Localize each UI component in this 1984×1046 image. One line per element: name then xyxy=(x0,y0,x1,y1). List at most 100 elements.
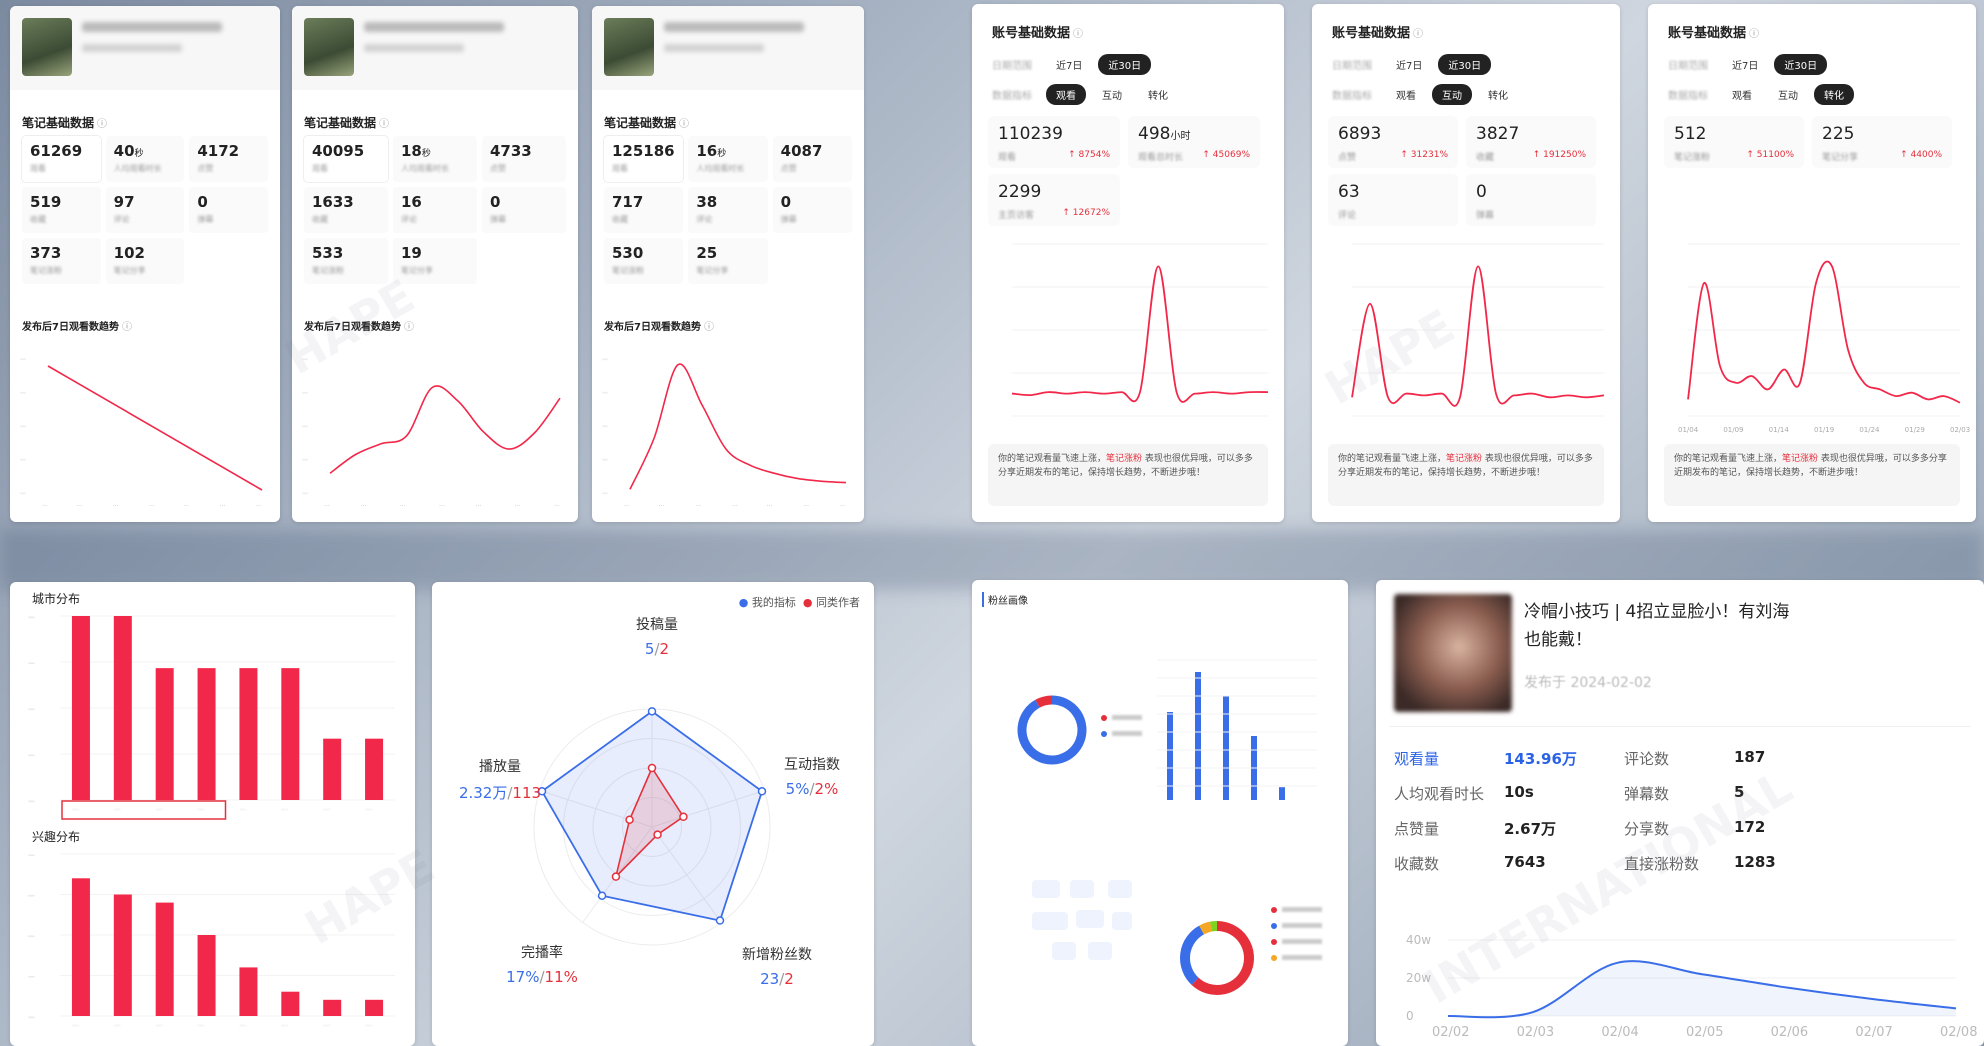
metric-number: 373 xyxy=(30,244,62,262)
metric-number: 125186 xyxy=(612,142,675,160)
metric-tab[interactable]: 转化 xyxy=(1814,84,1854,105)
metric-cell: 40095 观看 xyxy=(304,136,388,182)
block-change: ↑ 4400% xyxy=(1900,150,1942,160)
age-bar xyxy=(1195,672,1201,800)
note-header[interactable] xyxy=(292,6,578,90)
tick-label: — xyxy=(602,356,608,363)
info-icon[interactable]: ⓘ xyxy=(122,322,132,333)
legend-label-blurred xyxy=(1282,907,1322,912)
note-card[interactable]: 笔记基础数据 ⓘ 125186 观看 16秒 人均观看时长 4087 点赞 717 收藏 38 评论 0… xyxy=(592,6,864,522)
metric-tab[interactable]: 互动 xyxy=(1432,84,1472,105)
metric-cell: 0 弹幕 xyxy=(482,187,566,233)
legend-label-blurred xyxy=(1282,955,1322,960)
date-range-label: 日期范围 xyxy=(1668,61,1708,72)
note-header[interactable] xyxy=(10,6,280,90)
metric-tab[interactable]: 转化 xyxy=(1138,84,1178,105)
tick-label: — xyxy=(20,490,26,497)
stat-key[interactable]: 观看量 xyxy=(1394,748,1504,769)
block-change: ↑ 51100% xyxy=(1746,150,1794,160)
metric-value: 1633 xyxy=(312,193,382,211)
info-icon[interactable]: ⓘ xyxy=(704,322,714,333)
tick-label: ··· xyxy=(624,503,630,510)
tick-label: — xyxy=(302,390,308,397)
date-tab[interactable]: 近30日 xyxy=(1438,54,1492,75)
metric-value: 530 xyxy=(612,244,677,262)
metric-value: 0 xyxy=(490,193,560,211)
tick-label: ··· xyxy=(803,503,809,510)
metric-label: 评论 xyxy=(113,215,130,224)
note-card[interactable]: 笔记基础数据 ⓘ 40095 观看 18秒 人均观看时长 4733 点赞 1633 收藏 16 评论 0… xyxy=(292,6,578,522)
radar-mine-point xyxy=(715,916,725,925)
info-icon[interactable]: ⓘ xyxy=(404,322,414,333)
metric-tab[interactable]: 观看 xyxy=(1046,84,1086,105)
metric-number: 4172 xyxy=(197,142,240,160)
metric-tab[interactable]: 互动 xyxy=(1768,84,1808,105)
account-card: 账号基础数据 ⓘ 日期范围 近7日 近30日 数据指标 观看 互动 转化 110239 观看 ↑ 87… xyxy=(972,4,1284,522)
stat-key: 分享数 xyxy=(1624,820,1670,838)
tick-label: — xyxy=(20,390,26,397)
interest-tag xyxy=(1032,912,1068,930)
date-tab[interactable]: 近7日 xyxy=(1722,54,1768,75)
tick-label: ··· xyxy=(76,503,82,510)
radar-axis-values: 2.32万/113 xyxy=(450,782,550,803)
date-tab[interactable]: 近7日 xyxy=(1386,54,1432,75)
x-tick-label: ··· xyxy=(365,806,372,814)
info-icon[interactable]: ⓘ xyxy=(97,119,107,130)
info-icon[interactable]: ⓘ xyxy=(679,119,689,130)
metric-tabs: 数据指标 观看 互动 转化 xyxy=(1332,84,1518,105)
note-metrics-grid: 40095 观看 18秒 人均观看时长 4733 点赞 1633 收藏 16 评论 0 弹幕 533 笔记… xyxy=(304,136,566,284)
note-header[interactable] xyxy=(592,6,864,90)
metric-number: 16 xyxy=(696,142,718,160)
date-tab[interactable]: 近7日 xyxy=(1046,54,1092,75)
metric-label: 笔记涨粉 xyxy=(312,266,344,275)
date-range-tabs: 日期范围 近7日 近30日 xyxy=(1332,54,1492,75)
metric-value: 0 xyxy=(781,193,846,211)
info-icon[interactable]: ⓘ xyxy=(379,119,389,130)
video-thumbnail[interactable] xyxy=(1394,594,1512,712)
metric-value: 4733 xyxy=(490,142,560,160)
metric-value: 4172 xyxy=(197,142,262,160)
x-tick-label: ··· xyxy=(114,1022,121,1030)
note-date-blurred xyxy=(364,44,464,52)
interest-tag xyxy=(1052,942,1076,960)
date-tab[interactable]: 近30日 xyxy=(1774,54,1828,75)
metric-tab[interactable]: 互动 xyxy=(1092,84,1132,105)
metric-value: 533 xyxy=(312,244,382,262)
block-label: 评论 xyxy=(1338,211,1357,221)
radar-mine-value: 23 xyxy=(760,970,780,988)
metric-tab[interactable]: 转化 xyxy=(1478,84,1518,105)
metric-tab[interactable]: 观看 xyxy=(1722,84,1762,105)
metric-tab[interactable]: 观看 xyxy=(1386,84,1426,105)
video-title[interactable]: 冷帽小技巧 | 4招立显脸小！有刘海 也能戴！ xyxy=(1524,598,1789,654)
trend-line xyxy=(629,363,847,490)
y-tick-label: 40w xyxy=(1406,933,1431,947)
tick-label: ··· xyxy=(695,503,701,510)
date-tab[interactable]: 近30日 xyxy=(1098,54,1152,75)
metric-number: 4733 xyxy=(490,142,532,160)
metric-cell: 61269 观看 xyxy=(22,136,101,182)
radar-panel: ● 我的指标 ● 同类作者 投稿量 5/2 互动指数 5%/2% 新增粉丝数 23/2 完播… xyxy=(432,582,874,1046)
radar-axis-values: 17%/11% xyxy=(492,968,592,986)
metric-value: 16 xyxy=(401,193,471,211)
y-tick-label: — xyxy=(28,659,35,667)
radar-mine-point xyxy=(647,707,657,716)
interest-tag xyxy=(1112,912,1132,930)
note-thumbnail xyxy=(304,18,354,76)
metric-value: 19 xyxy=(401,244,471,262)
info-icon[interactable]: ⓘ xyxy=(1749,29,1759,40)
bar xyxy=(113,616,132,800)
metric-number: 717 xyxy=(612,193,644,211)
info-icon[interactable]: ⓘ xyxy=(1413,29,1423,40)
tick-label: ··· xyxy=(554,503,560,510)
metric-value: 125186 xyxy=(612,142,677,160)
y-tick-label: — xyxy=(28,705,35,713)
tick-label: — xyxy=(602,490,608,497)
bar xyxy=(281,668,300,800)
metric-value: 0 xyxy=(197,193,262,211)
bar xyxy=(239,668,258,800)
tick-label: ··· xyxy=(767,503,773,510)
video-trend-chart: 0 20w 40w 02/02 02/03 02/04 02/05 02/06 02/07 02/… xyxy=(1406,933,1977,1040)
note-thumbnail xyxy=(22,18,72,76)
info-icon[interactable]: ⓘ xyxy=(1073,29,1083,40)
note-card[interactable]: 笔记基础数据 ⓘ 61269 观看 40秒 人均观看时长 4172 点赞 519 收藏 97 评论 0 弹… xyxy=(10,6,280,522)
